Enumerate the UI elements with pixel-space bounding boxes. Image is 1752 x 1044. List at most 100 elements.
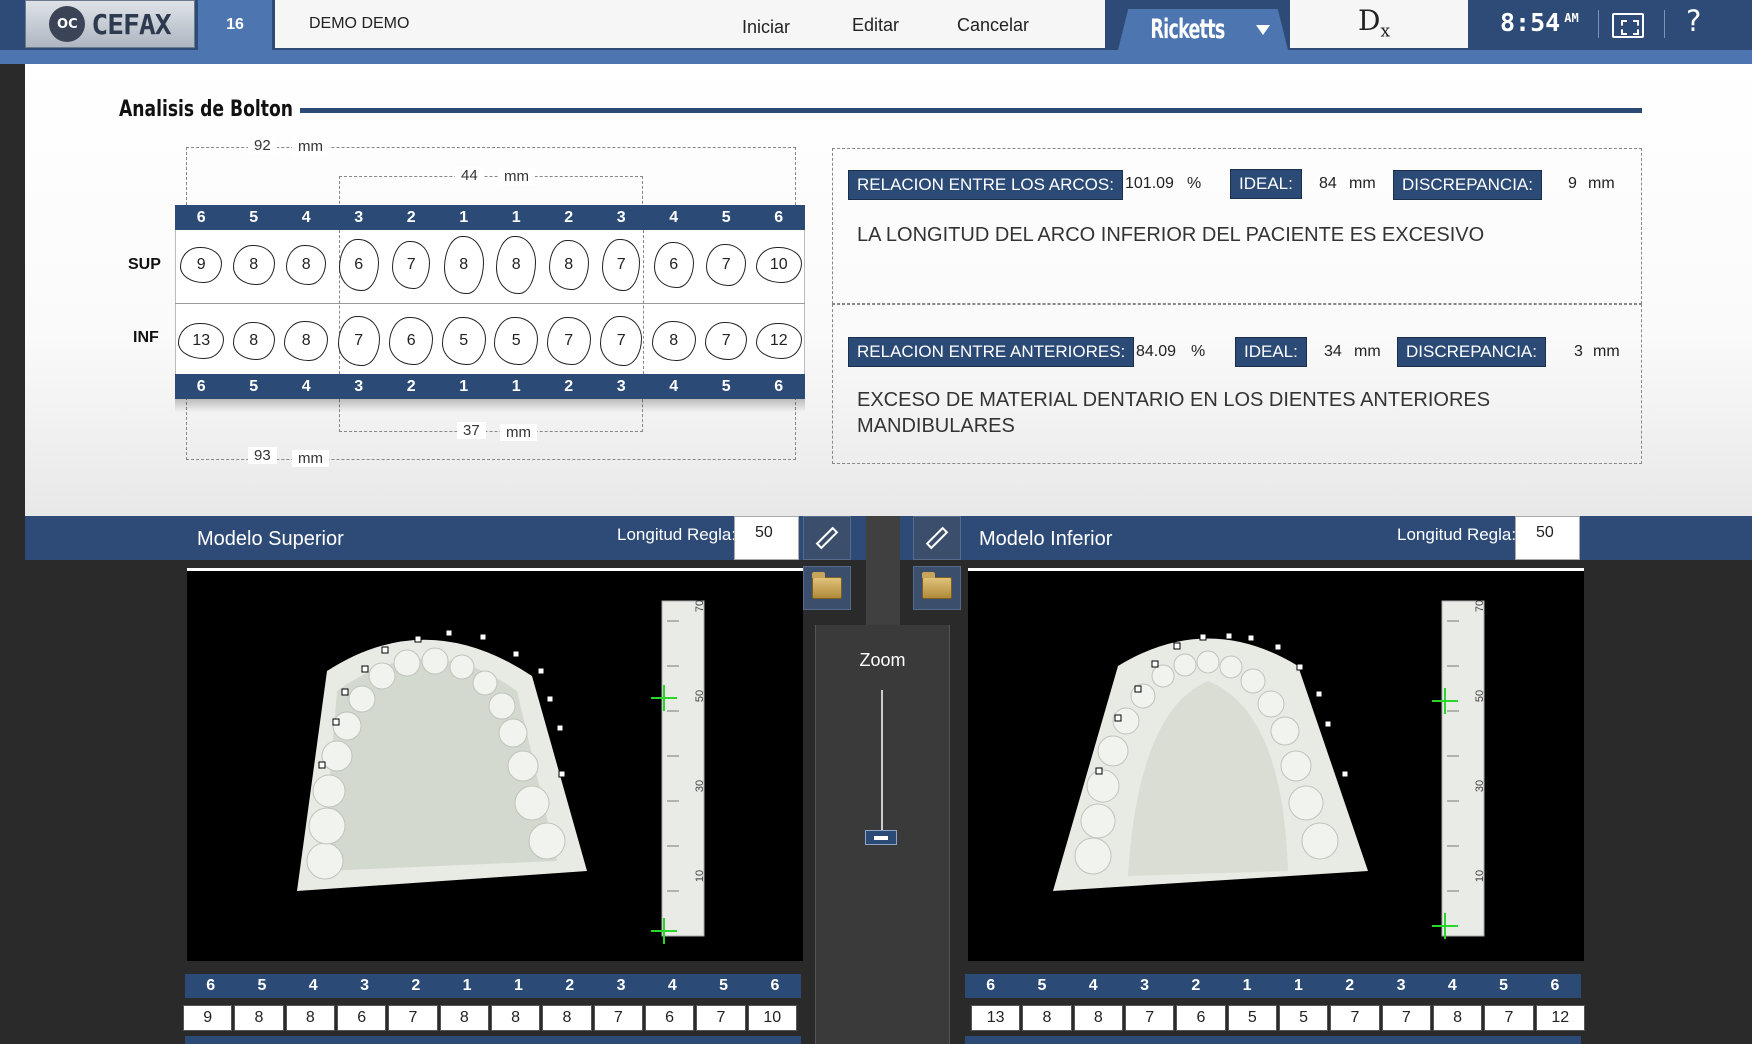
tooth-inf-value: 13 — [178, 323, 225, 359]
upper-open-button[interactable] — [803, 566, 851, 610]
lower-tooth-input[interactable]: 7 — [1124, 1005, 1175, 1031]
zoom-slider-track[interactable] — [881, 690, 883, 830]
upper-tooth-input[interactable]: 7 — [388, 1005, 438, 1031]
tooth-inf: 12 — [753, 318, 806, 364]
tooth-sup-value: 8 — [286, 245, 327, 285]
tooth-inf-value: 7 — [337, 316, 380, 366]
tooth-inf: 7 — [700, 318, 753, 364]
lower-model-title: Modelo Inferior — [979, 528, 1113, 550]
logo-text: CEFAX — [91, 7, 171, 41]
menu-cancelar[interactable]: Cancelar — [957, 15, 1029, 36]
tooth-number: 5 — [249, 377, 259, 395]
tooth-number: 2 — [406, 377, 416, 395]
upper-tooth-input[interactable]: 8 — [490, 1005, 541, 1031]
chevron-down-icon — [1255, 24, 1270, 35]
upper-ruler-input[interactable]: 50 — [734, 516, 799, 560]
upper-cast-image — [297, 600, 705, 944]
lower-edit-button[interactable] — [913, 516, 961, 560]
tooth-number: 1 — [511, 377, 521, 395]
lower-tooth-input[interactable]: 6 — [1176, 1005, 1226, 1031]
tooth-number: 1 — [513, 977, 523, 994]
menu-iniciar[interactable]: Iniciar — [742, 17, 790, 38]
tooth-number: 6 — [986, 977, 996, 994]
analysis-tab-label: Ricketts — [1150, 14, 1226, 45]
lower-tooth-input[interactable]: 7 — [1330, 1005, 1380, 1031]
tooth-inf-value: 8 — [232, 322, 275, 360]
folder-icon — [922, 572, 952, 599]
upper-edit-button[interactable] — [803, 516, 851, 560]
upper-tooth-input[interactable]: 10 — [747, 1005, 797, 1031]
patient-name: DEMO DEMO — [275, 0, 625, 48]
menu-editar[interactable]: Editar — [852, 15, 899, 36]
tooth-sup: 8 — [228, 242, 281, 288]
tooth-number: 6 — [1550, 977, 1560, 994]
tooth-sup-value: 6 — [653, 242, 694, 288]
tooth-number: 5 — [257, 977, 267, 994]
upper-tooth-input[interactable]: 8 — [234, 1005, 284, 1031]
upper-tooth-number-band: 6 5 4 3 2 1 1 2 3 4 5 6 — [185, 974, 801, 998]
tooth-number: 5 — [721, 208, 731, 226]
lower-tooth-number-band: 6 5 4 3 2 1 1 2 3 4 5 6 — [965, 974, 1581, 998]
folder-icon — [812, 572, 842, 599]
tooth-number: 4 — [669, 377, 679, 395]
upper-model-viewer[interactable] — [187, 568, 803, 961]
upper-tooth-input[interactable]: 8 — [439, 1005, 489, 1031]
upper-tooth-input[interactable]: 6 — [644, 1005, 695, 1031]
upper-model-title: Modelo Superior — [197, 528, 344, 550]
pencil-icon — [925, 526, 949, 550]
analysis-tab-dropdown[interactable]: Ricketts — [1118, 9, 1288, 50]
help-button[interactable]: ? — [1686, 4, 1701, 38]
dx-sub: x — [1380, 21, 1391, 42]
tooth-sup-value: 7 — [392, 241, 431, 289]
lower-ruler-input[interactable]: 50 — [1515, 516, 1580, 560]
lower-tooth-input[interactable]: 8 — [1022, 1005, 1072, 1031]
dx-tab[interactable]: Dx — [1358, 4, 1390, 42]
anteriors-ratio: 84.09 — [1136, 343, 1177, 360]
upper-tooth-input[interactable]: 8 — [285, 1005, 335, 1031]
inf-tooth-number-band: 6 5 4 3 2 1 1 2 3 4 5 6 — [175, 374, 805, 399]
upper-ruler-label: Longitud Regla: — [617, 525, 737, 544]
anteriors-ideal-label: IDEAL: — [1235, 337, 1307, 367]
tooth-sup-value: 6 — [338, 239, 379, 291]
upper-tooth-input[interactable]: 8 — [542, 1005, 592, 1031]
lower-tooth-input[interactable]: 8 — [1432, 1005, 1483, 1031]
tooth-sup: 7 — [595, 239, 648, 291]
upper-tooth-input[interactable]: 7 — [696, 1005, 746, 1031]
tooth-sup: 9 — [175, 242, 228, 288]
upper-tooth-input[interactable]: 6 — [336, 1005, 387, 1031]
lower-tooth-input[interactable]: 12 — [1535, 1005, 1585, 1031]
lower-tooth-inputs: 13 8 8 7 6 5 5 7 7 8 7 12 — [970, 1004, 1586, 1032]
inf-row-label: INF — [133, 329, 159, 346]
anteriors-ideal-unit: mm — [1354, 343, 1381, 360]
fullscreen-icon[interactable] — [1612, 13, 1644, 38]
lower-model-viewer[interactable] — [968, 568, 1584, 961]
lower-tooth-input[interactable]: 8 — [1073, 1005, 1123, 1031]
tooth-inf: 7 — [595, 316, 648, 366]
tooth-inf-value: 8 — [284, 321, 329, 361]
lower-open-button[interactable] — [913, 566, 961, 610]
upper-tooth-input[interactable]: 9 — [183, 1005, 233, 1031]
lower-tooth-input[interactable]: 5 — [1278, 1005, 1329, 1031]
lower-tooth-input[interactable]: 7 — [1484, 1005, 1534, 1031]
arcs-ideal-unit: mm — [1349, 175, 1376, 192]
tooth-number: 2 — [1191, 977, 1201, 994]
lower-tooth-input[interactable]: 5 — [1227, 1005, 1277, 1031]
tooth-sup-value: 10 — [755, 247, 802, 283]
zoom-slider-handle[interactable] — [865, 830, 897, 845]
app-logo: OC CEFAX — [25, 0, 195, 48]
lower-tooth-input[interactable]: 7 — [1381, 1005, 1431, 1031]
inf-teeth-row: 13 8 8 7 6 5 5 7 7 8 7 12 — [175, 316, 806, 366]
lower-ruler-label: Longitud Regla: — [1397, 525, 1517, 544]
arcs-message: LA LONGITUD DEL ARCO INFERIOR DEL PACIEN… — [857, 224, 1485, 246]
upper-tooth-input[interactable]: 7 — [593, 1005, 643, 1031]
zoom-label: Zoom — [859, 650, 906, 670]
lower-tooth-input[interactable]: 13 — [971, 1005, 1021, 1031]
tooth-number: 5 — [721, 377, 731, 395]
tooth-number: 5 — [249, 208, 259, 226]
clock-ampm: AM — [1564, 10, 1579, 25]
logo-mark-icon: OC — [49, 6, 86, 42]
tooth-number: 4 — [301, 208, 311, 226]
tools-divider — [866, 516, 900, 625]
tooth-number: 2 — [1345, 977, 1355, 994]
tooth-number: 4 — [1447, 977, 1457, 994]
